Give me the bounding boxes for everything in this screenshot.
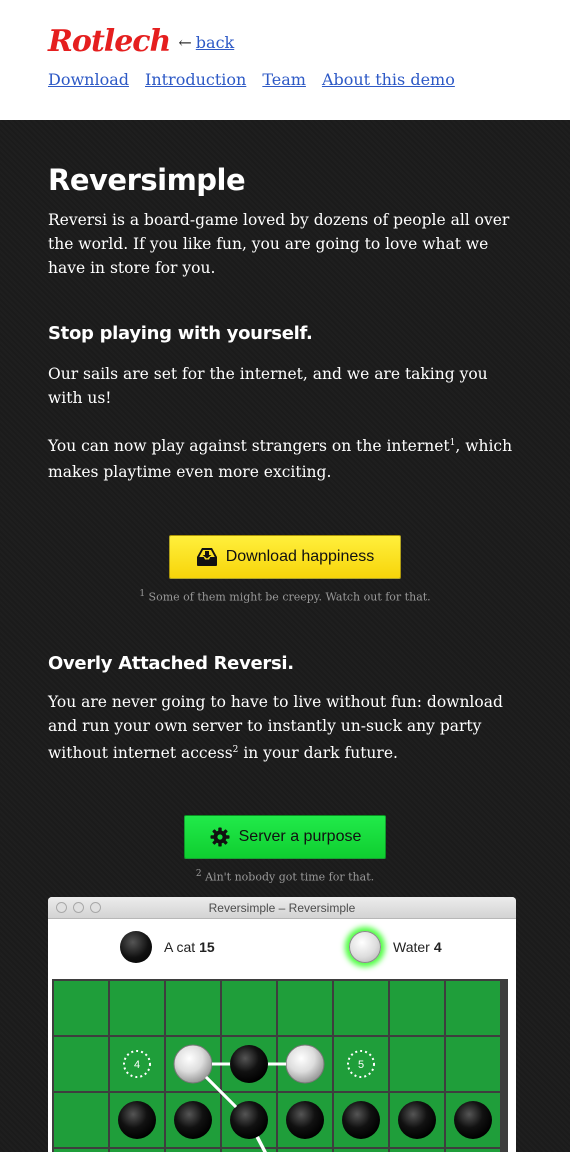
- black-stone: [174, 1101, 212, 1139]
- section1-heading: Stop playing with yourself.: [48, 323, 313, 344]
- section2-paragraph-text-end: in your dark future.: [238, 743, 398, 762]
- section1-paragraph2-text: You can now play against strangers on th…: [48, 437, 450, 456]
- section2-heading: Overly Attached Reversi.: [48, 652, 294, 674]
- nav-download-link[interactable]: Download: [48, 70, 129, 89]
- black-stone: [118, 1101, 156, 1139]
- player1-points: 15: [199, 939, 215, 955]
- black-stone: [454, 1101, 492, 1139]
- player2-score: Water 4: [349, 931, 442, 963]
- black-stone: [286, 1101, 324, 1139]
- logo[interactable]: Rotlech: [48, 26, 171, 58]
- player1-name: A cat: [164, 939, 196, 955]
- site-header: Rotlech ← back Download Introduction Tea…: [0, 0, 570, 120]
- page-title: Reversimple: [48, 163, 246, 197]
- section1-paragraph2: You can now play against strangers on th…: [48, 430, 522, 485]
- white-stone-icon: [349, 931, 381, 963]
- white-stone: [285, 1044, 325, 1084]
- download-button-wrap: Download happiness: [48, 485, 522, 580]
- nav-about-link[interactable]: About this demo: [322, 70, 455, 89]
- hint-count-left: 4: [134, 1059, 140, 1071]
- nav-team-link[interactable]: Team: [262, 70, 306, 89]
- back-link[interactable]: back: [196, 33, 234, 52]
- black-stone: [230, 1045, 268, 1083]
- footnote-2-text: Ain't nobody got time for that.: [205, 870, 375, 884]
- back-nav: ← back: [178, 33, 234, 52]
- scoreboard: A cat 15 Water 4: [48, 919, 516, 977]
- download-button-label: Download happiness: [225, 548, 375, 566]
- nav-introduction-link[interactable]: Introduction: [145, 70, 246, 89]
- player2-name: Water: [393, 939, 430, 955]
- board-svg: 4 5: [54, 981, 500, 1152]
- black-stone: [398, 1101, 436, 1139]
- window-title: Reversimple – Reversimple: [208, 900, 356, 915]
- game-board[interactable]: 4 5: [52, 979, 508, 1152]
- section2-paragraph: You are never going to have to live with…: [48, 690, 522, 765]
- server-button-wrap: Server a purpose: [48, 765, 522, 859]
- inbox-download-icon: [196, 548, 217, 567]
- footnote-1: 1 Some of them might be creepy. Watch ou…: [48, 589, 522, 604]
- logo-row: Rotlech ← back: [48, 26, 522, 58]
- back-arrow-icon: ←: [178, 32, 192, 52]
- game-screenshot-window: Reversimple – Reversimple A cat 15 Water…: [48, 897, 516, 1152]
- server-button[interactable]: Server a purpose: [184, 814, 386, 859]
- footnote-2: 2 Ain't nobody got time for that.: [48, 869, 522, 884]
- main-content: Reversimple Reversi is a board-game love…: [0, 120, 570, 1152]
- server-button-label: Server a purpose: [238, 827, 362, 845]
- black-stone-icon: [120, 931, 152, 963]
- main-nav: Download Introduction Team About this de…: [48, 70, 522, 89]
- footnote-1-number: 1: [139, 589, 146, 600]
- window-titlebar: Reversimple – Reversimple: [48, 897, 516, 919]
- player1-score: A cat 15: [120, 931, 215, 963]
- intro-text: Reversi is a board-game loved by dozens …: [48, 211, 510, 277]
- section1-paragraph1: Our sails are set for the internet, and …: [48, 365, 488, 407]
- black-stone: [342, 1101, 380, 1139]
- hint-count-right: 5: [358, 1059, 364, 1071]
- player2-points: 4: [433, 939, 442, 955]
- footnote-1-text: Some of them might be creepy. Watch out …: [148, 590, 431, 604]
- gear-icon: [210, 827, 230, 847]
- download-button[interactable]: Download happiness: [169, 535, 401, 580]
- footnote-2-number: 2: [195, 868, 202, 879]
